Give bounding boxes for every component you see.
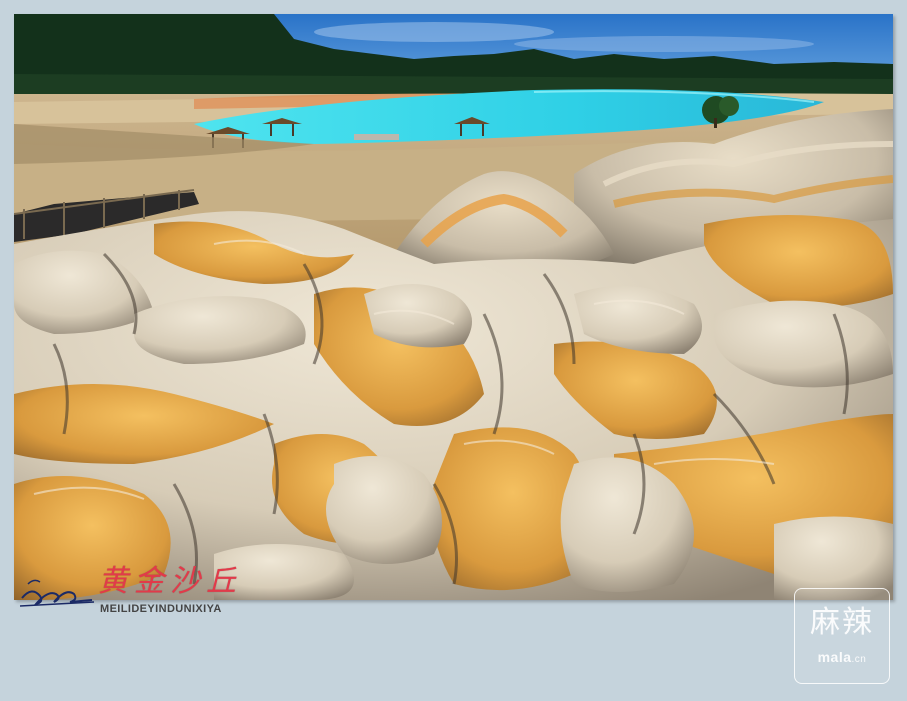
photo-subtitle: MEILIDEYINDUNIXIYA [100,603,222,615]
landscape-photo [14,14,893,600]
watermark-domain-suffix: .cn [851,654,867,665]
watermark-domain-main: mala [817,649,852,665]
watermark-domain: mala.cn [795,649,889,665]
watermark-cn-text: 麻辣 [810,605,874,640]
site-watermark: 麻辣 mala.cn [794,588,890,684]
photo-caption: 黄金沙丘 MEILIDEYINDUNIXIYA [14,552,254,622]
signature-mark [19,579,95,607]
photo-title: 黄金沙丘 [98,564,242,599]
